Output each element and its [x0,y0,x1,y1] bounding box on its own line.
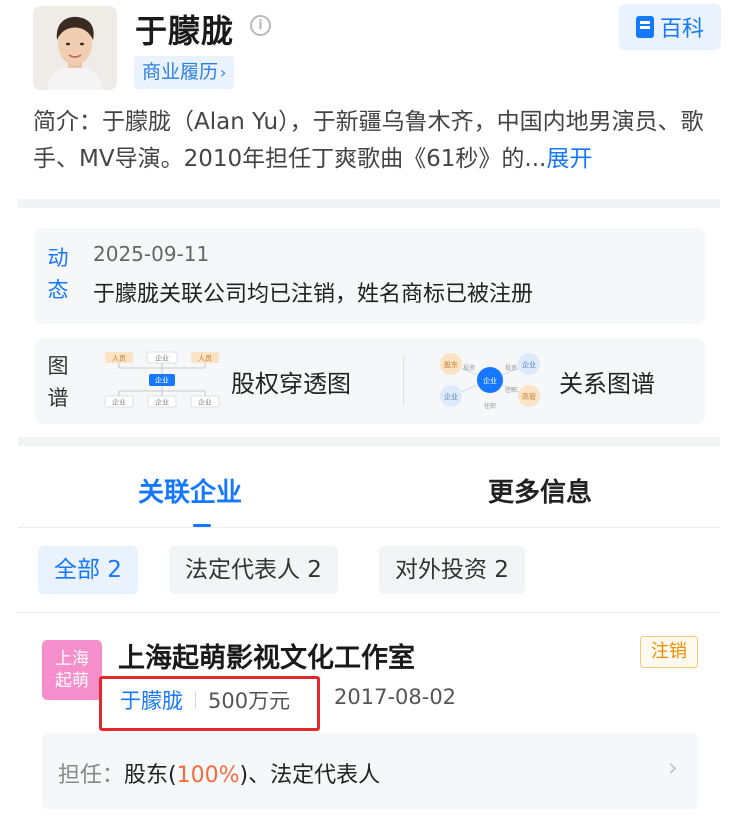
avatar-image [33,6,117,90]
tab-related-companies[interactable]: 关联企业 [138,472,242,509]
eq-child-text: 企业 [198,398,212,407]
chevron-right-icon: › [667,753,678,783]
rel-edge-text: 投资 [505,364,517,372]
rel-node-text: 高管 [522,392,536,401]
business-history-tag[interactable]: 商业履历 › [134,56,235,89]
profile-header: 于朦胧 i 百科 商业履历 › 简介：于朦胧（Alan Yu），于新疆乌鲁木齐，… [0,0,734,198]
relation-graph-icon[interactable]: 股东 企业 企业 高管 企业 投资 投资 任职 任职 [431,348,549,412]
avatar[interactable] [33,6,117,90]
tab-bar: 关联企业 更多信息 [18,448,720,528]
equity-graph-link[interactable]: 股权穿透图 [231,364,351,399]
eq-person-text: 人员 [198,355,212,363]
eq-person-text: 人员 [112,355,126,363]
rel-node-text: 企业 [522,360,536,369]
graph-card: 图 谱 人员 企业 人员 企业 企业 企业 企业 股权穿透图 股东 企业 企业 … [35,338,705,424]
eq-child-text: 企业 [112,398,126,407]
eq-center-text: 企业 [155,376,169,385]
rel-node-text: 股东 [444,360,458,369]
company-logo-line: 起萌 [55,671,89,691]
rel-edge-text: 任职 [505,386,517,394]
role-row[interactable]: 担任：股东(100%)、法定代表人 › [42,733,698,809]
equity-graph-icon[interactable]: 人员 企业 人员 企业 企业 企业 企业 [103,348,223,412]
business-history-label: 商业履历 [142,61,219,83]
list-divider [18,612,720,613]
eq-child-text: 企业 [155,398,169,407]
filter-all[interactable]: 全部 2 [38,546,138,594]
rel-center-text: 企业 [483,376,497,385]
graph-label: 图 谱 [43,350,73,414]
rel-node-text: 企业 [444,392,458,401]
eq-company-text: 企业 [155,354,169,363]
role-text: 担任：股东(100%)、法定代表人 [58,757,380,789]
rel-edge-text: 任职 [484,402,496,410]
chevron-right-icon: › [220,63,227,82]
filter-legal-representative[interactable]: 法定代表人 2 [169,546,338,594]
info-icon[interactable]: i [250,15,271,36]
graph-separator [403,356,404,406]
person-name: 于朦胧 [135,12,235,50]
dynamic-date: 2025-09-11 [93,242,210,266]
graph-label-line: 谱 [47,386,69,410]
dynamic-text: 于朦胧关联公司均已注销，姓名商标已被注册 [93,282,534,307]
baike-label: 百科 [659,17,704,42]
company-logo: 上海 起萌 [42,640,102,700]
company-name[interactable]: 上海起萌影视文化工作室 [118,636,415,675]
company-logo-line: 上海 [55,649,89,669]
tab-more-info[interactable]: 更多信息 [488,472,592,509]
status-badge: 注销 [640,636,698,668]
section-divider [18,199,720,208]
highlight-annotation [99,676,320,731]
dynamic-label: 动 态 [43,242,73,306]
active-tab-indicator [193,524,211,527]
role-label: 担任： [58,763,125,788]
expand-link[interactable]: 展开 [546,146,592,172]
role-percentage: 100% [176,763,240,788]
section-divider [18,437,720,446]
role-prefix: 股东( [124,763,177,788]
rel-edge-text: 投资 [463,364,475,372]
dynamic-label-line: 动 [47,246,69,270]
role-suffix: )、法定代表人 [239,763,381,788]
relation-graph-link[interactable]: 关系图谱 [559,364,655,399]
filter-investment[interactable]: 对外投资 2 [379,546,525,594]
intro-body: 简介：于朦胧（Alan Yu），于新疆乌鲁木齐，中国内地男演员、歌手、MV导演。… [33,109,704,172]
dynamic-label-line: 态 [47,278,69,302]
intro-text: 简介：于朦胧（Alan Yu），于新疆乌鲁木齐，中国内地男演员、歌手、MV导演。… [33,104,723,178]
book-icon [635,16,654,38]
graph-label-line: 图 [47,354,69,378]
established-date: 2017-08-02 [334,685,457,709]
baike-button[interactable]: 百科 [619,4,721,50]
dynamic-card[interactable]: 动 态 2025-09-11 于朦胧关联公司均已注销，姓名商标已被注册 [35,228,705,324]
